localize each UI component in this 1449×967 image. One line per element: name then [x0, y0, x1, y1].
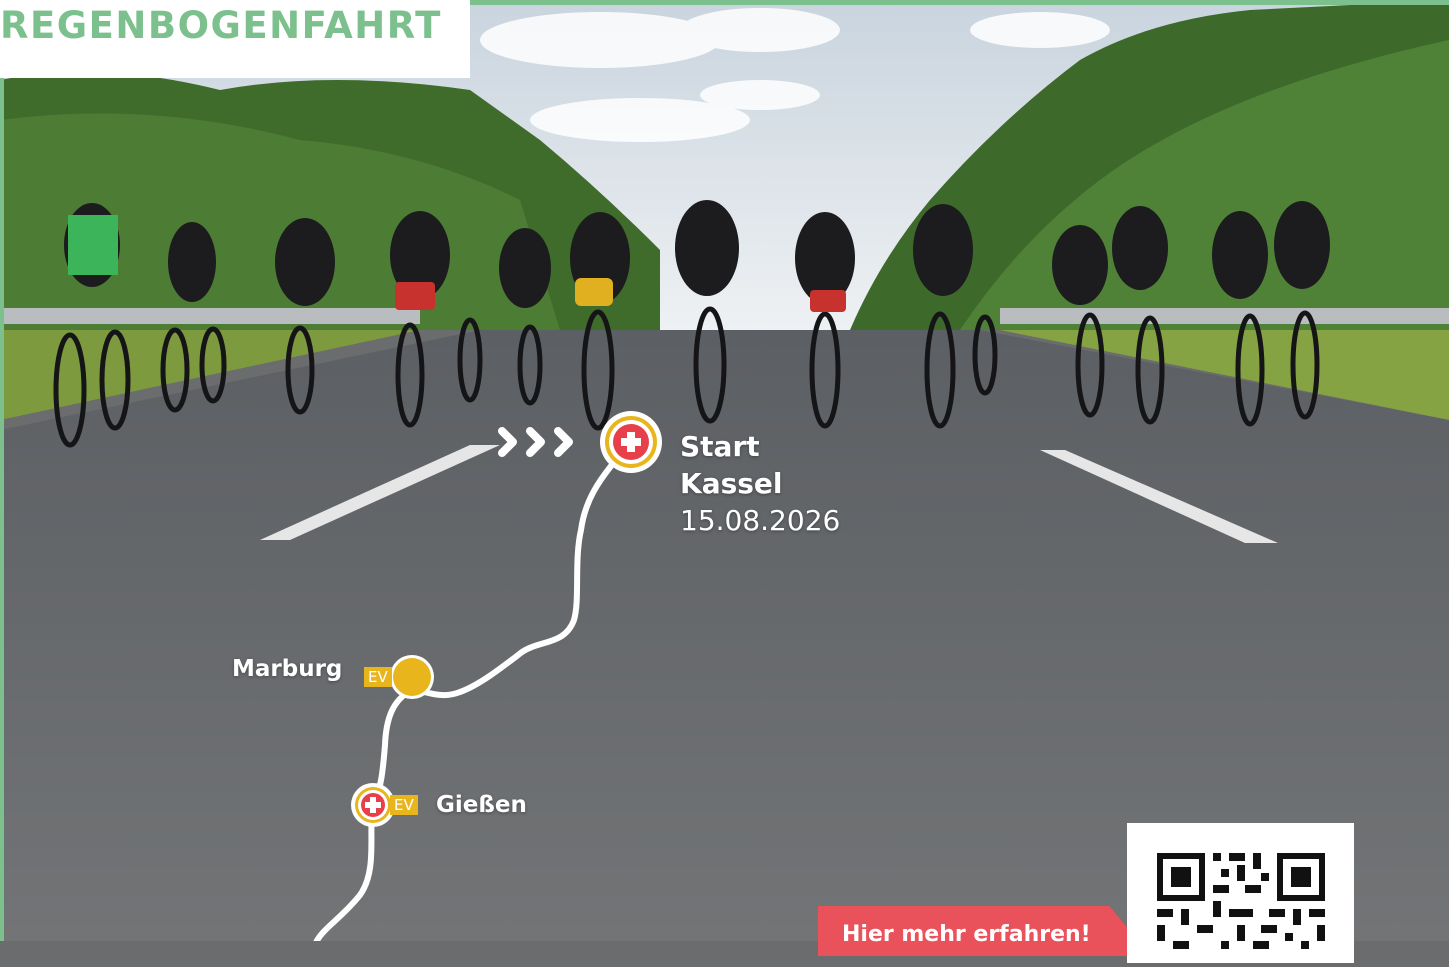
guard-rail-left: [0, 308, 420, 324]
ev-badge: EV: [390, 795, 418, 815]
red-cross-icon: [351, 783, 395, 827]
start-label: Start: [680, 430, 760, 463]
start-date: 15.08.2026: [680, 504, 841, 537]
start-city: Kassel: [680, 467, 783, 500]
red-cross-icon: [600, 411, 662, 473]
stop-label-marburg: Marburg: [232, 656, 343, 682]
more-info-label: Hier mehr erfahren!: [842, 922, 1091, 947]
stop-label-giessen: Gießen: [436, 792, 527, 818]
brand-title: REGENBOGENFAHRT: [0, 4, 442, 47]
guard-rail-right: [1000, 308, 1449, 324]
qr-code-icon: [1157, 853, 1325, 949]
left-accent-stripe: [0, 0, 4, 941]
brand-header: REGENBOGENFAHRT: [0, 0, 470, 78]
top-accent-stripe: [470, 0, 1449, 5]
yellow-dot-icon: [390, 655, 434, 699]
more-info-button[interactable]: Hier mehr erfahren!: [818, 906, 1128, 956]
qr-code[interactable]: [1127, 823, 1354, 963]
ev-badge: EV: [364, 667, 392, 687]
